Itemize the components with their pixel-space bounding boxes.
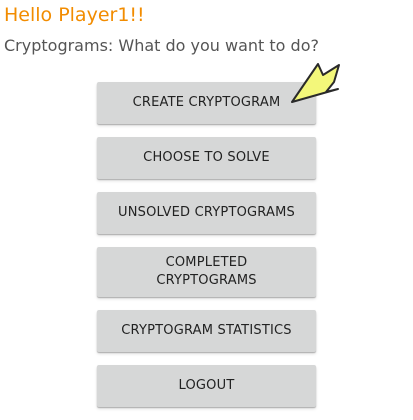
greeting-title: Hello Player1!! <box>4 4 145 26</box>
menu-prompt: Cryptograms: What do you want to do? <box>4 36 319 55</box>
create-cryptogram-button[interactable]: CREATE CRYPTOGRAM <box>97 82 316 124</box>
unsolved-cryptograms-button[interactable]: UNSOLVED CRYPTOGRAMS <box>97 192 316 234</box>
cryptogram-statistics-label: CRYPTOGRAM STATISTICS <box>121 323 292 338</box>
logout-label: LOGOUT <box>178 378 235 393</box>
cryptogram-statistics-button[interactable]: CRYPTOGRAM STATISTICS <box>97 310 316 352</box>
unsolved-cryptograms-label: UNSOLVED CRYPTOGRAMS <box>118 205 295 220</box>
logout-button[interactable]: LOGOUT <box>97 365 316 407</box>
choose-to-solve-button[interactable]: CHOOSE TO SOLVE <box>97 137 316 179</box>
completed-cryptograms-label: COMPLETED CRYPTOGRAMS <box>156 255 257 288</box>
create-cryptogram-label: CREATE CRYPTOGRAM <box>132 95 281 110</box>
completed-cryptograms-button[interactable]: COMPLETED CRYPTOGRAMS <box>97 247 316 297</box>
yellow-arrow-icon <box>291 63 340 103</box>
choose-to-solve-label: CHOOSE TO SOLVE <box>143 150 270 165</box>
